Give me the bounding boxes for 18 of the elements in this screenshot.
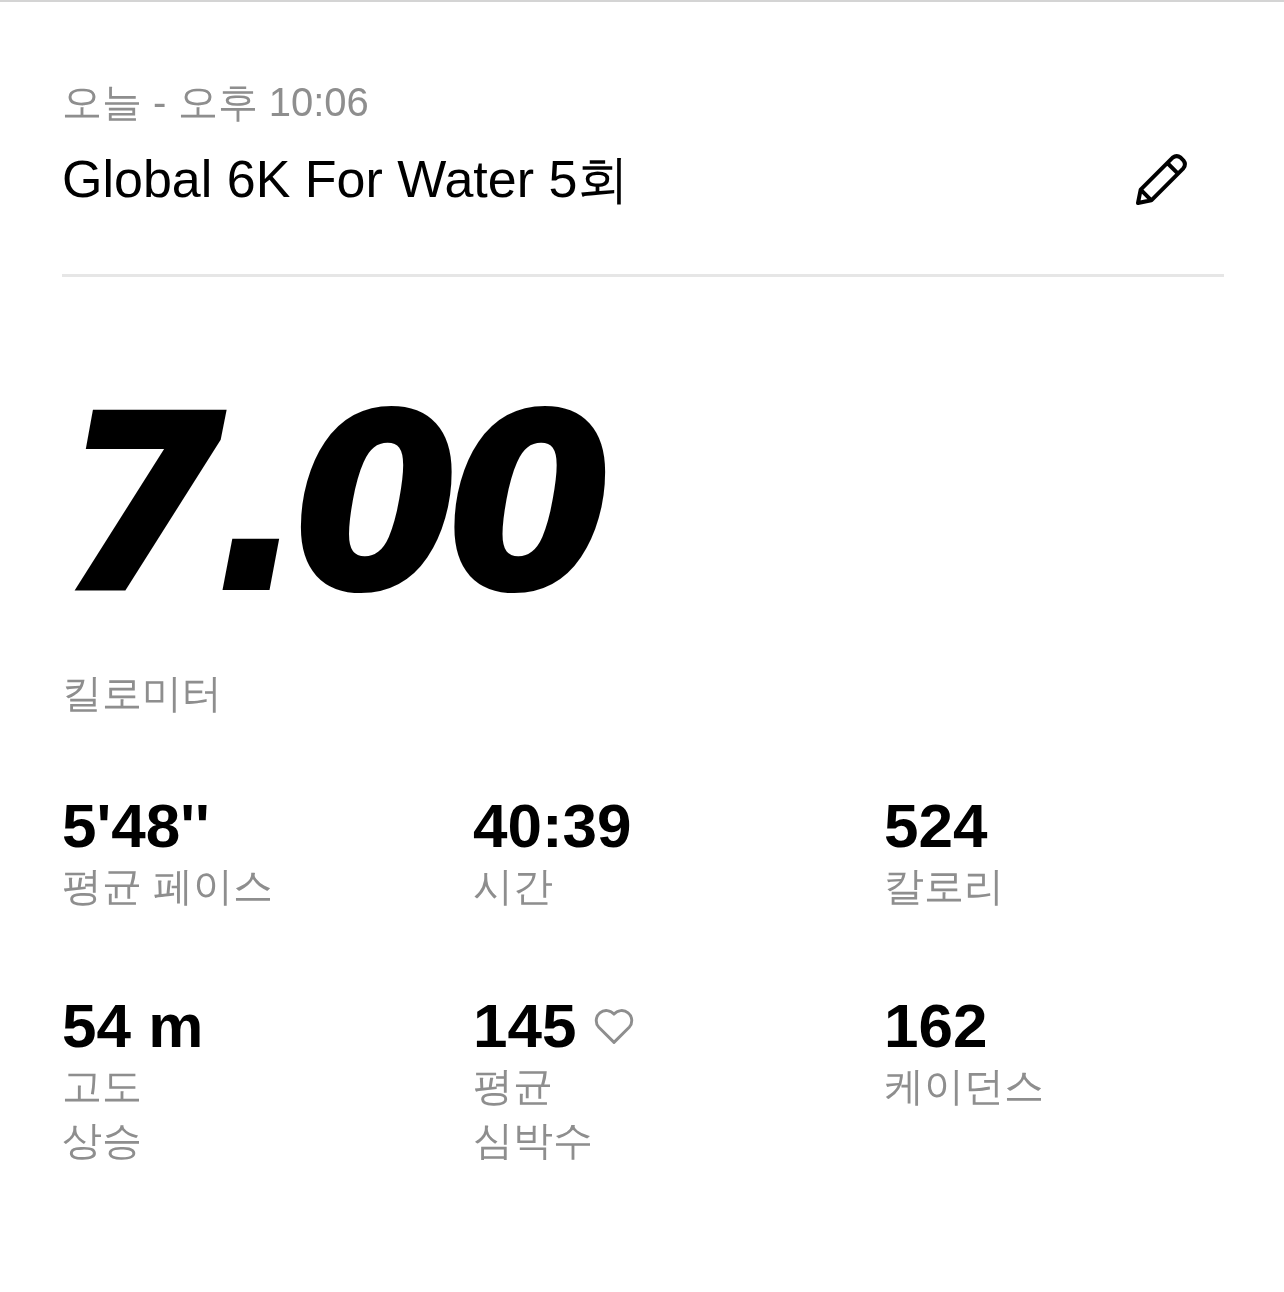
stat-value: 40:39 [473, 793, 632, 859]
distance-value: 7.00 [62, 385, 604, 625]
activity-date: 오늘 - 오후 10:06 [62, 79, 370, 126]
stat-value: 5'48'' [62, 793, 210, 859]
stat-label: 상승 [62, 1117, 143, 1164]
stat-value: 524 [884, 793, 988, 859]
stat-label: 시간 [473, 863, 554, 910]
stat-label: 칼로리 [884, 863, 1005, 910]
stat-value: 162 [884, 993, 988, 1059]
stat-label: 케이던스 [884, 1063, 1045, 1110]
stat-value: 145 [473, 993, 577, 1059]
stat-label: 평균 페이스 [62, 863, 275, 910]
stat-label: 평균 [473, 1063, 554, 1110]
stat-label: 고도 [62, 1063, 143, 1110]
stat-label: 심박수 [473, 1117, 594, 1164]
activity-title: Global 6K For Water 5회 [62, 149, 630, 210]
distance-unit: 킬로미터 [62, 670, 223, 717]
stat-value: 54 m [62, 993, 204, 1059]
